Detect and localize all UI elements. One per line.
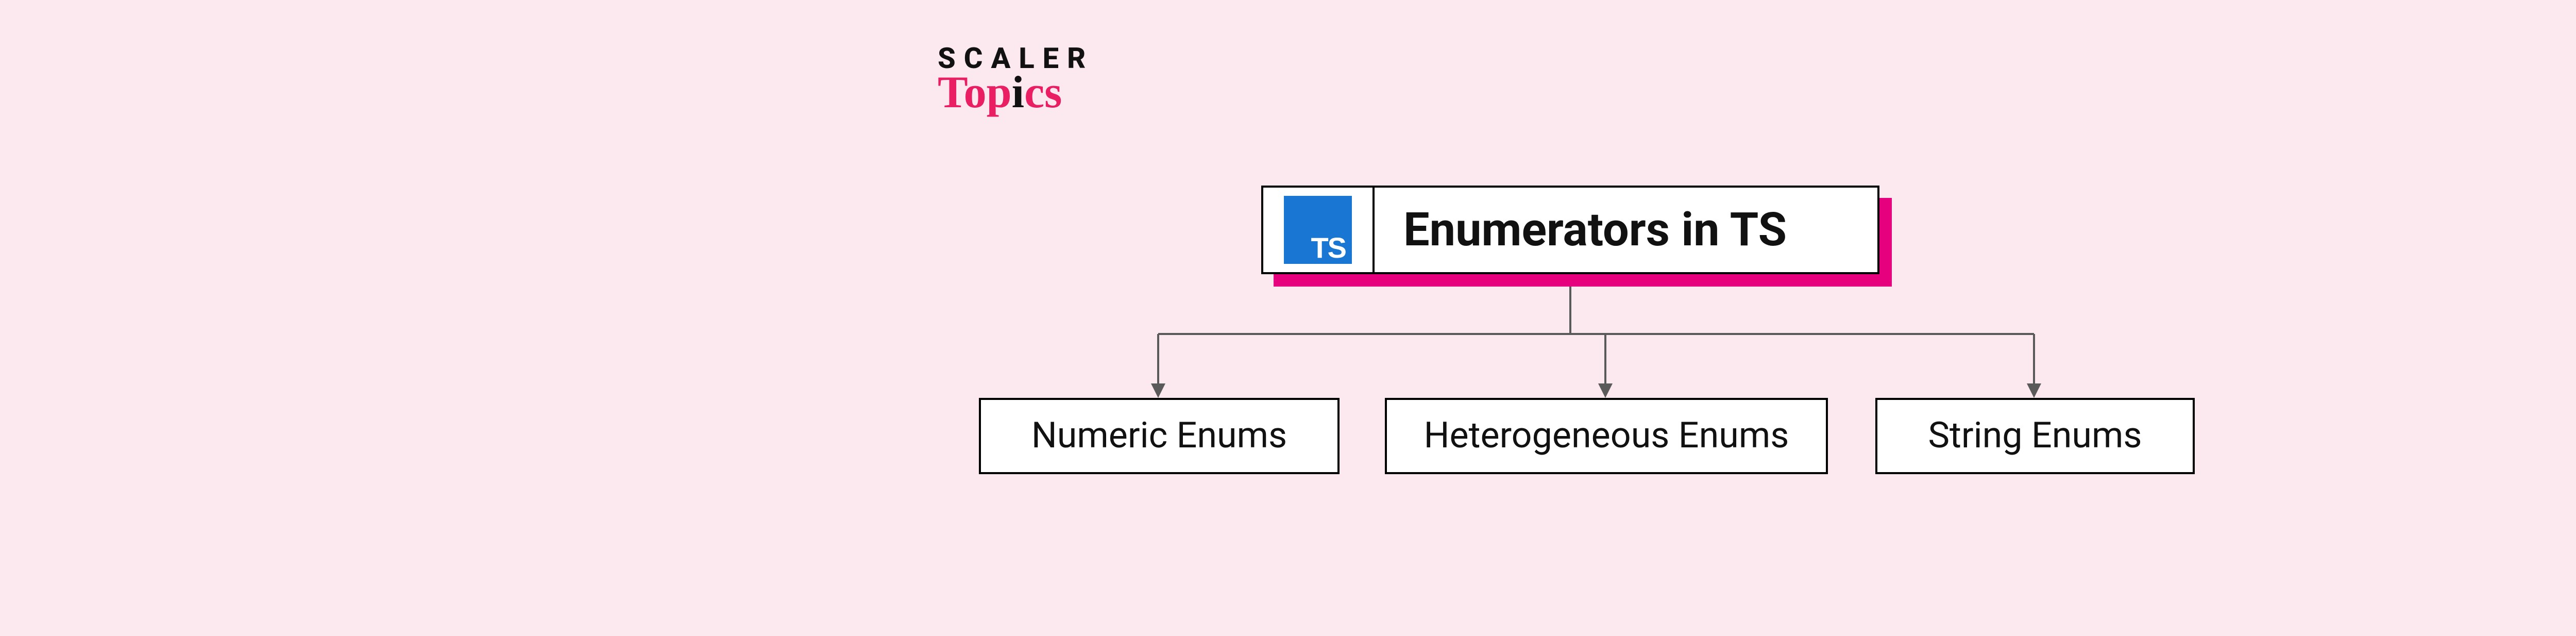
child-label: Numeric Enums — [1031, 415, 1287, 457]
child-label: String Enums — [1928, 415, 2142, 457]
child-label: Heterogeneous Enums — [1424, 415, 1789, 457]
typescript-icon-text: TS — [1311, 231, 1346, 264]
tree-connectors — [0, 0, 2576, 636]
root-title: Enumerators in TS — [1375, 188, 1877, 272]
typescript-icon: TS — [1284, 196, 1352, 264]
child-node-numeric-enums: Numeric Enums — [979, 398, 1340, 474]
diagram-canvas: SCALER Topics TS Enumerators in TS — [0, 0, 2576, 636]
root-node: TS Enumerators in TS — [1261, 186, 1879, 274]
child-node-string-enums: String Enums — [1875, 398, 2195, 474]
scaler-topics-logo: SCALER Topics — [938, 45, 1094, 115]
logo-line2: Topics — [938, 70, 1094, 115]
child-node-heterogeneous-enums: Heterogeneous Enums — [1385, 398, 1828, 474]
root-icon-cell: TS — [1263, 188, 1375, 272]
